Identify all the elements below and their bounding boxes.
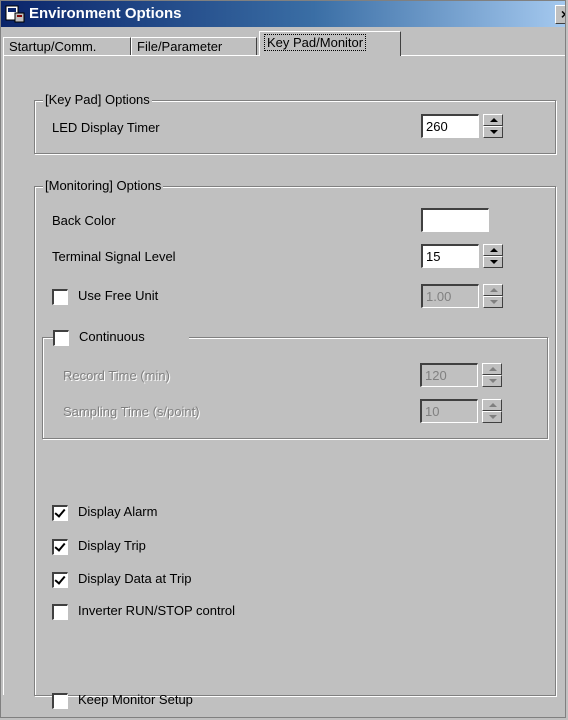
keypad-options-group: [Key Pad] Options LED Display Timer 260 [34,92,556,154]
led-display-timer-label: LED Display Timer [52,120,160,135]
keypad-group-label: [Key Pad] Options [43,92,152,107]
record-time-input[interactable]: 120 [420,363,478,387]
window-title: Environment Options [29,5,182,22]
spin-down-button[interactable] [483,256,503,268]
tab-panel: [Key Pad] Options LED Display Timer 260 … [3,55,565,709]
free-unit-input[interactable]: 1.00 [421,284,479,308]
spin-down-button[interactable] [482,411,502,423]
tab-key-pad-monitor[interactable]: Key Pad/Monitor [259,31,401,56]
spin-up-button[interactable] [482,363,502,375]
sampling-time-label: Sampling Time (s/point) [63,404,200,419]
tab-startup-comm[interactable]: Startup/Comm. [3,37,131,56]
spin-up-button[interactable] [483,114,503,126]
continuous-group: Continuous Record Time (min) 120 Samplin… [42,329,548,439]
monitoring-group-label: [Monitoring] Options [43,178,164,193]
monitoring-options-group: [Monitoring] Options Back Color Terminal… [34,178,556,709]
terminal-signal-level-label: Terminal Signal Level [52,249,176,264]
spin-up-button[interactable] [482,399,502,411]
spin-down-button[interactable] [482,375,502,387]
sampling-time-input[interactable]: 10 [420,399,478,423]
spin-up-button[interactable] [483,284,503,296]
spin-down-button[interactable] [483,126,503,138]
record-time-label: Record Time (min) [63,368,170,383]
close-icon: × [561,6,565,22]
environment-options-dialog: Environment Options × Startup/Comm. File… [0,0,566,718]
continuous-checkbox[interactable]: Continuous [53,329,189,346]
spin-down-button[interactable] [483,296,503,308]
title-bar[interactable]: Environment Options × [1,1,565,27]
app-window-icon [5,5,25,23]
close-button[interactable]: × [555,5,565,24]
terminal-signal-input[interactable]: 15 [421,244,479,268]
spin-up-button[interactable] [483,244,503,256]
back-color-label: Back Color [52,213,116,228]
led-display-timer-input[interactable]: 260 [421,114,479,138]
tab-file-parameter[interactable]: File/Parameter [131,37,257,56]
back-color-swatch[interactable] [421,208,489,232]
